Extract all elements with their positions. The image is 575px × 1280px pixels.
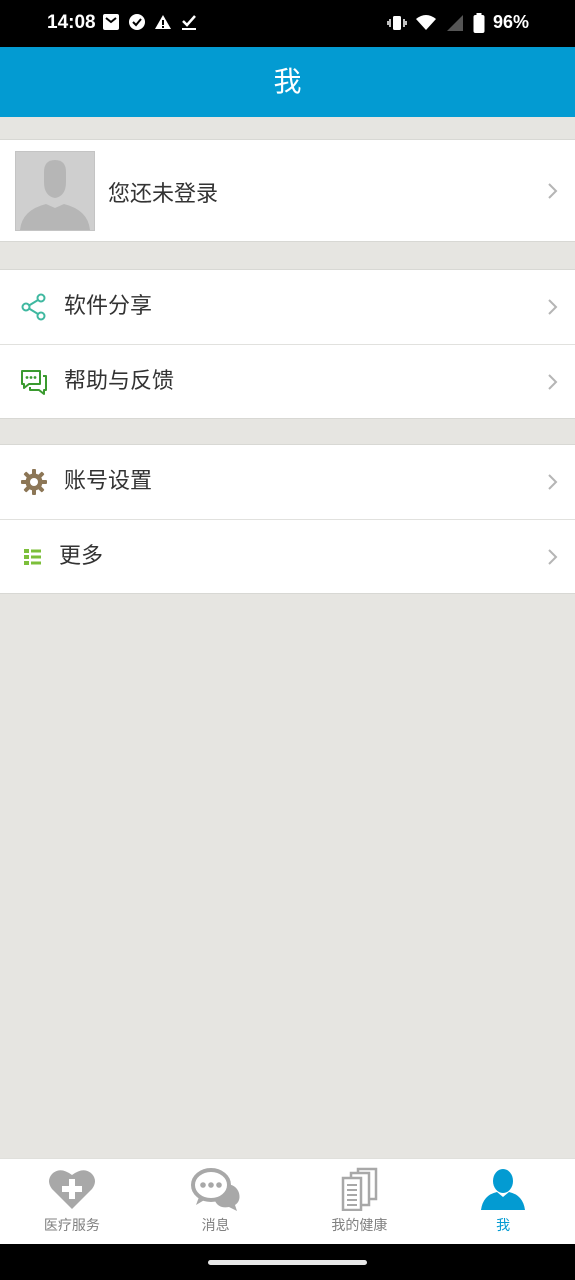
tab-me[interactable]: 我 bbox=[431, 1159, 575, 1244]
bottom-nav: 医疗服务 消息 我的健康 我 bbox=[0, 1158, 575, 1244]
share-icon bbox=[21, 293, 46, 321]
home-gesture-bar[interactable] bbox=[208, 1260, 367, 1265]
medical-heart-icon bbox=[48, 1170, 95, 1209]
menu-item-label: 帮助与反馈 bbox=[64, 369, 175, 394]
chevron-right-icon bbox=[548, 299, 558, 315]
menu-item-label: 软件分享 bbox=[64, 294, 153, 319]
battery-percent: 96% bbox=[492, 12, 529, 32]
battery-icon bbox=[473, 12, 485, 33]
tab-messages[interactable]: 消息 bbox=[144, 1159, 288, 1244]
profile-login-row[interactable]: 您还未登录 bbox=[0, 139, 575, 242]
chevron-right-icon bbox=[548, 549, 558, 565]
chevron-right-icon bbox=[548, 183, 558, 199]
menu-group-share-help: 软件分享 帮助与反馈 bbox=[0, 269, 575, 419]
avatar-placeholder-icon bbox=[15, 151, 95, 231]
menu-group-settings-more: 账号设置 更多 bbox=[0, 444, 575, 594]
status-bar: 14:08 96% bbox=[0, 0, 575, 47]
vibrate-icon bbox=[387, 15, 407, 30]
message-bubbles-icon bbox=[190, 1168, 240, 1211]
signal-icon bbox=[446, 14, 463, 31]
tab-medical-services[interactable]: 医疗服务 bbox=[0, 1159, 144, 1244]
menu-item-share[interactable]: 软件分享 bbox=[0, 270, 575, 344]
person-icon bbox=[481, 1169, 526, 1210]
alert-icon bbox=[155, 15, 171, 29]
menu-item-account-settings[interactable]: 账号设置 bbox=[0, 445, 575, 519]
tab-label: 消息 bbox=[201, 1218, 230, 1234]
app-header: 我 bbox=[0, 47, 575, 117]
page-title: 我 bbox=[273, 65, 302, 98]
login-prompt: 您还未登录 bbox=[108, 182, 219, 207]
wifi-icon bbox=[415, 14, 436, 30]
check-circle-icon bbox=[129, 14, 145, 30]
tab-label: 医疗服务 bbox=[43, 1218, 100, 1234]
status-time: 14:08 bbox=[47, 12, 96, 33]
feedback-icon bbox=[21, 370, 47, 395]
menu-item-help-feedback[interactable]: 帮助与反馈 bbox=[0, 344, 575, 418]
menu-item-label: 更多 bbox=[59, 544, 104, 569]
chevron-right-icon bbox=[548, 474, 558, 490]
tab-my-health[interactable]: 我的健康 bbox=[288, 1159, 432, 1244]
menu-item-label: 账号设置 bbox=[64, 469, 153, 494]
menu-item-more[interactable]: 更多 bbox=[0, 519, 575, 593]
documents-icon bbox=[342, 1167, 378, 1211]
mail-icon bbox=[103, 14, 119, 30]
chevron-right-icon bbox=[548, 374, 558, 390]
tab-label: 我的健康 bbox=[331, 1218, 388, 1234]
check-icon bbox=[182, 15, 196, 30]
system-icons: 96% bbox=[387, 12, 529, 33]
notification-icons bbox=[102, 13, 198, 31]
gear-icon bbox=[21, 469, 47, 495]
list-icon bbox=[24, 549, 41, 565]
tab-label: 我 bbox=[496, 1218, 511, 1234]
gesture-nav-area bbox=[0, 1244, 575, 1280]
